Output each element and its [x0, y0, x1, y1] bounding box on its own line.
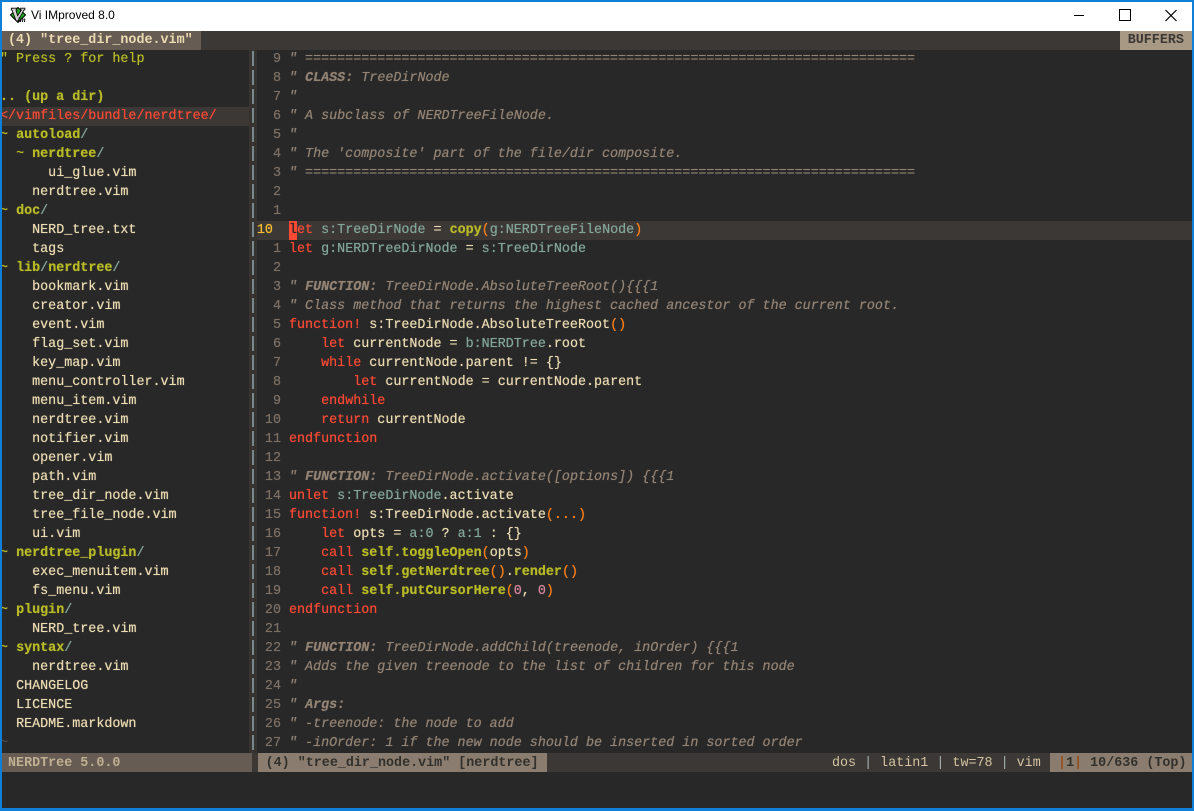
svg-text:im: im — [18, 15, 26, 23]
